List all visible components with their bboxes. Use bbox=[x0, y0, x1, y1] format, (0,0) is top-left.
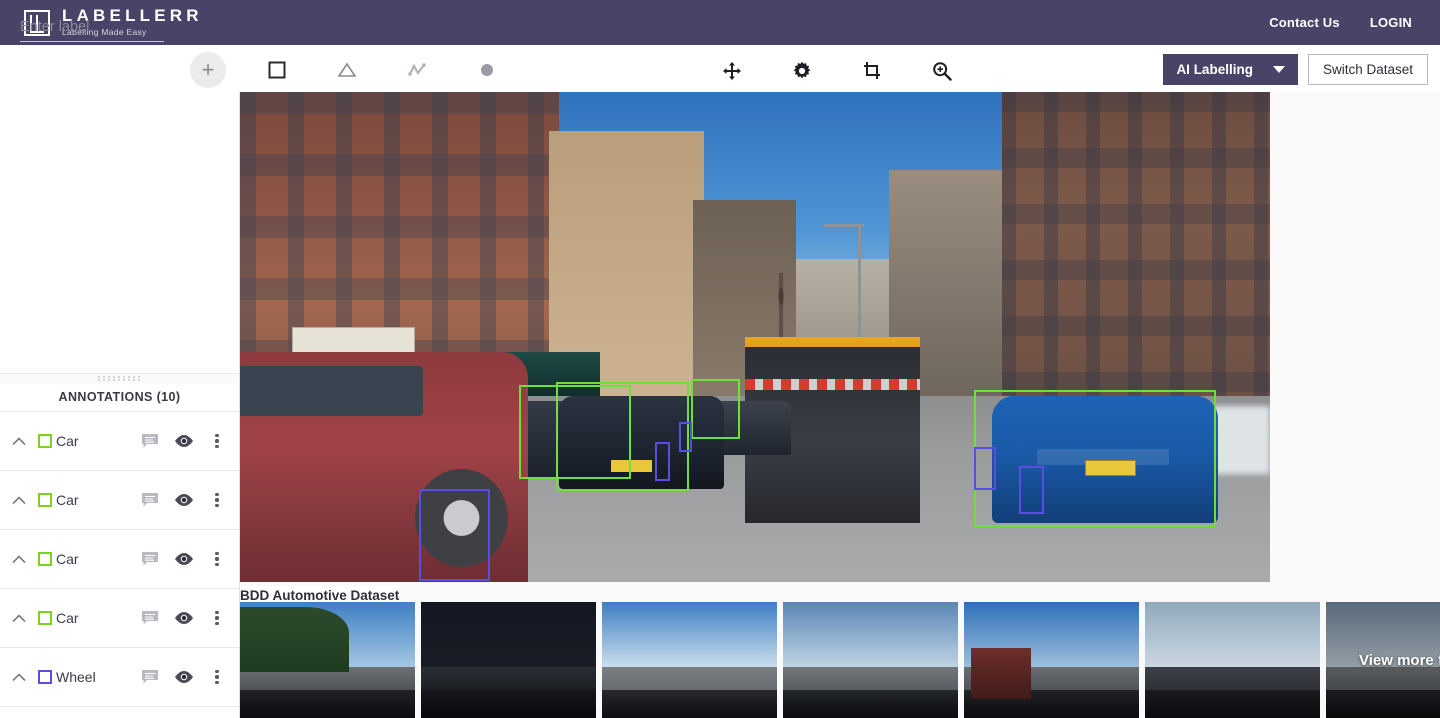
comment-icon[interactable] bbox=[139, 548, 161, 570]
annotation-label: Car bbox=[56, 610, 127, 626]
thumbnail-1[interactable] bbox=[240, 602, 415, 718]
annotations-list: Car Car bbox=[0, 412, 239, 718]
thumbnail-7[interactable]: View more files bbox=[1326, 602, 1440, 718]
chevron-up-icon[interactable] bbox=[10, 668, 28, 686]
gear-icon[interactable] bbox=[790, 59, 814, 83]
view-more-files-label: View more files bbox=[1359, 652, 1440, 669]
switch-dataset-button[interactable]: Switch Dataset bbox=[1308, 54, 1428, 85]
more-vertical-icon[interactable] bbox=[209, 611, 225, 626]
eye-icon[interactable] bbox=[173, 607, 195, 629]
polygon-tool[interactable] bbox=[335, 58, 359, 82]
more-vertical-icon[interactable] bbox=[209, 670, 225, 685]
chevron-up-icon[interactable] bbox=[10, 491, 28, 509]
bounding-box-car[interactable] bbox=[974, 390, 1216, 527]
add-label-button[interactable]: + bbox=[190, 52, 226, 88]
label-input[interactable] bbox=[20, 19, 164, 42]
file-thumbnail-strip: View more files bbox=[240, 602, 1440, 718]
more-vertical-icon[interactable] bbox=[209, 434, 225, 449]
more-vertical-icon[interactable] bbox=[209, 552, 225, 567]
shape-tool-group bbox=[265, 58, 499, 82]
polyline-tool[interactable] bbox=[405, 58, 429, 82]
color-swatch-icon[interactable] bbox=[38, 434, 52, 448]
view-tool-group bbox=[720, 59, 954, 83]
chevron-up-icon[interactable] bbox=[10, 550, 28, 568]
eye-icon[interactable] bbox=[173, 666, 195, 688]
bounding-box-wheel[interactable] bbox=[974, 447, 996, 490]
bounding-box-car[interactable] bbox=[691, 379, 740, 439]
label-list-area bbox=[0, 92, 239, 373]
thumbnail-5[interactable] bbox=[964, 602, 1139, 718]
thumbnail-3[interactable] bbox=[602, 602, 777, 718]
grip-dots-icon bbox=[98, 376, 142, 381]
eye-icon[interactable] bbox=[173, 489, 195, 511]
annotation-label: Car bbox=[56, 492, 127, 508]
canvas-area: BDD Automotive Dataset View more files bbox=[240, 92, 1440, 718]
chevron-down-icon bbox=[1273, 66, 1285, 73]
color-swatch-icon[interactable] bbox=[38, 611, 52, 625]
bounding-box-wheel[interactable] bbox=[1019, 466, 1044, 514]
thumbnail-6[interactable] bbox=[1145, 602, 1320, 718]
label-input-container bbox=[20, 18, 164, 42]
color-swatch-icon[interactable] bbox=[38, 552, 52, 566]
top-navigation-links: Contact Us LOGIN bbox=[1269, 15, 1412, 30]
thumbnail-4[interactable] bbox=[783, 602, 958, 718]
comment-icon[interactable] bbox=[139, 666, 161, 688]
crop-icon[interactable] bbox=[860, 59, 884, 83]
annotation-row[interactable]: Car bbox=[0, 589, 239, 648]
toolbar-actions: AI Labelling Switch Dataset bbox=[1163, 54, 1428, 85]
ai-labelling-dropdown[interactable]: AI Labelling bbox=[1163, 54, 1298, 85]
annotations-header: ANNOTATIONS (10) bbox=[0, 383, 239, 412]
login-link[interactable]: LOGIN bbox=[1370, 15, 1412, 30]
annotation-row[interactable]: Wheel bbox=[0, 648, 239, 707]
left-sidebar: ANNOTATIONS (10) Car Car bbox=[0, 92, 240, 718]
eye-icon[interactable] bbox=[173, 430, 195, 452]
chevron-up-icon[interactable] bbox=[10, 609, 28, 627]
annotation-label: Car bbox=[56, 551, 127, 567]
view-more-files-button[interactable]: View more files bbox=[1326, 602, 1440, 718]
annotation-row[interactable]: Car bbox=[0, 412, 239, 471]
thumbnail-2[interactable] bbox=[421, 602, 596, 718]
annotation-row[interactable]: Car bbox=[0, 471, 239, 530]
annotation-label: Car bbox=[56, 433, 127, 449]
top-navigation-bar: LABELLERR Labelling Made Easy Contact Us… bbox=[0, 0, 1440, 45]
chevron-up-icon[interactable] bbox=[10, 432, 28, 450]
bounding-box-tool[interactable] bbox=[265, 58, 289, 82]
point-tool[interactable] bbox=[475, 58, 499, 82]
color-swatch-icon[interactable] bbox=[38, 670, 52, 684]
contact-us-link[interactable]: Contact Us bbox=[1269, 15, 1340, 30]
move-icon[interactable] bbox=[720, 59, 744, 83]
comment-icon[interactable] bbox=[139, 430, 161, 452]
comment-icon[interactable] bbox=[139, 489, 161, 511]
color-swatch-icon[interactable] bbox=[38, 493, 52, 507]
more-vertical-icon[interactable] bbox=[209, 493, 225, 508]
bounding-box-wheel[interactable] bbox=[679, 422, 692, 452]
zoom-in-icon[interactable] bbox=[930, 59, 954, 83]
comment-icon[interactable] bbox=[139, 607, 161, 629]
eye-icon[interactable] bbox=[173, 548, 195, 570]
panel-resize-handle[interactable] bbox=[0, 373, 239, 383]
bounding-box-wheel[interactable] bbox=[419, 489, 490, 581]
annotation-row[interactable]: Car bbox=[0, 530, 239, 589]
ai-labelling-label: AI Labelling bbox=[1176, 62, 1253, 77]
annotation-canvas[interactable] bbox=[240, 92, 1270, 582]
annotation-label: Wheel bbox=[56, 669, 127, 685]
bounding-box-wheel[interactable] bbox=[655, 442, 670, 481]
